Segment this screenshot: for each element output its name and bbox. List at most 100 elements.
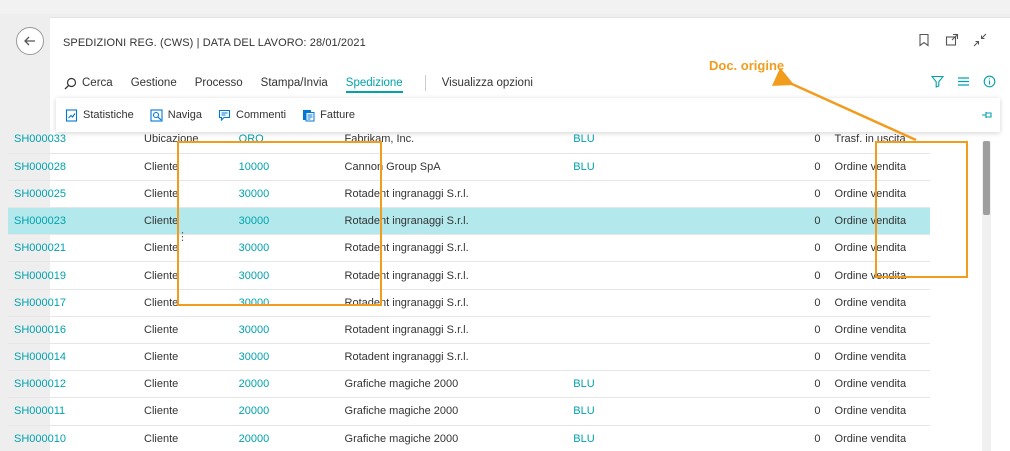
menu-view-options[interactable]: Visualizza opzioni xyxy=(442,77,533,89)
shipment-no-cell[interactable]: SH000014 xyxy=(8,343,141,372)
source-document-cell: Ordine vendita xyxy=(832,425,930,451)
source-code-cell[interactable]: 10000 xyxy=(238,153,345,181)
source-document-cell: Ordine vendita xyxy=(832,207,930,236)
quantity-cell: 0 xyxy=(737,316,833,345)
name-cell: Rotadent ingranaggi S.r.l. xyxy=(344,207,574,236)
quantity-cell: 0 xyxy=(737,289,833,317)
source-type-cell: Cliente xyxy=(140,370,239,399)
source-code-cell[interactable]: 30000 xyxy=(238,207,345,236)
location-cell[interactable] xyxy=(573,343,738,372)
source-code-cell[interactable]: 30000 xyxy=(238,343,345,372)
quantity-cell: 0 xyxy=(737,180,833,209)
list-view-icon[interactable] xyxy=(956,74,970,88)
fatture-action[interactable]: Fatture xyxy=(302,109,355,122)
table-row[interactable]: SH000023 Cliente 30000 Rotadent ingranaggi … xyxy=(8,207,930,236)
table-row[interactable]: SH000025 Cliente 30000 Rotadent ingranaggi … xyxy=(8,180,930,209)
location-cell[interactable] xyxy=(573,234,738,263)
shipment-no-cell[interactable]: SH000017 xyxy=(8,289,141,317)
bookmark-icon[interactable] xyxy=(916,32,932,48)
commenti-action[interactable]: Commenti xyxy=(218,109,286,122)
source-document-cell: Ordine vendita xyxy=(832,289,930,317)
pin-icon[interactable] xyxy=(980,108,994,122)
scrollbar-thumb[interactable] xyxy=(983,141,990,215)
search-button[interactable]: Cerca xyxy=(64,77,113,90)
menu-spedizione[interactable]: Spedizione xyxy=(345,77,403,93)
menu-gestione[interactable]: Gestione xyxy=(131,77,177,89)
collapse-icon[interactable] xyxy=(972,32,988,48)
statistics-icon xyxy=(65,108,78,122)
name-cell: Cannon Group SpA xyxy=(344,153,574,181)
location-cell[interactable] xyxy=(573,180,738,209)
source-document-cell: Ordine vendita xyxy=(832,370,930,399)
menu-bar: Cerca Gestione Processo Stampa/Invia Spe… xyxy=(64,73,994,93)
statistiche-action[interactable]: Statistiche xyxy=(65,108,134,122)
source-code-cell[interactable]: 20000 xyxy=(238,370,345,399)
menu-processo[interactable]: Processo xyxy=(195,77,243,89)
menu-stampa-invia[interactable]: Stampa/Invia xyxy=(261,77,328,89)
source-document-cell: Ordine vendita xyxy=(832,261,930,290)
filter-icon[interactable] xyxy=(930,74,944,88)
shipment-no-cell[interactable]: SH000019 xyxy=(8,261,141,290)
row-actions-icon[interactable]: ⋮ xyxy=(177,230,188,243)
location-cell[interactable]: BLU xyxy=(573,153,738,181)
source-type-cell: Cliente xyxy=(140,289,239,317)
open-new-window-icon[interactable] xyxy=(944,32,960,48)
source-code-cell[interactable]: 30000 xyxy=(238,180,345,209)
name-cell: Grafiche magiche 2000 xyxy=(344,370,574,399)
table-row[interactable]: SH000011 Cliente 20000 Grafiche magiche 200… xyxy=(8,397,930,426)
naviga-action[interactable]: Naviga xyxy=(150,108,202,122)
source-code-cell[interactable]: 20000 xyxy=(238,397,345,426)
table-row[interactable]: SH000021 Cliente 30000 Rotadent ingranaggi … xyxy=(8,234,930,263)
table-row[interactable]: SH000016 Cliente 30000 Rotadent ingranaggi … xyxy=(8,316,930,345)
quantity-cell: 0 xyxy=(737,425,833,451)
shipment-no-cell[interactable]: SH000028 xyxy=(8,153,141,181)
source-type-cell: Cliente xyxy=(140,207,239,236)
table-row[interactable]: SH000028 Cliente 10000 Cannon Group SpA BLU 0… xyxy=(8,153,930,181)
name-cell: Rotadent ingranaggi S.r.l. xyxy=(344,234,574,263)
source-code-cell[interactable]: 20000 xyxy=(238,425,345,451)
table-row[interactable]: SH000017 Cliente 30000 Rotadent ingranaggi … xyxy=(8,289,930,317)
arrow-left-icon xyxy=(24,36,35,46)
location-cell[interactable] xyxy=(573,289,738,317)
source-document-cell: Ordine vendita xyxy=(832,234,930,263)
shipment-no-cell[interactable]: SH000025 xyxy=(8,180,141,209)
source-code-cell[interactable]: 30000 xyxy=(238,289,345,317)
search-icon xyxy=(64,77,77,89)
source-document-cell: Ordine vendita xyxy=(832,316,930,345)
quantity-cell: 0 xyxy=(737,343,833,372)
location-cell[interactable]: BLU xyxy=(573,397,738,426)
source-document-cell: Ordine vendita xyxy=(832,153,930,181)
source-code-cell[interactable]: 30000 xyxy=(238,234,345,263)
source-type-cell: Cliente xyxy=(140,425,239,451)
source-type-cell: Cliente xyxy=(140,397,239,426)
shipment-no-cell[interactable]: SH000011 xyxy=(8,397,141,426)
table-row[interactable]: SH000012 Cliente 20000 Grafiche magiche 200… xyxy=(8,370,930,399)
source-type-cell: Cliente xyxy=(140,343,239,372)
navigate-icon xyxy=(150,108,163,122)
location-cell[interactable] xyxy=(573,207,738,236)
shipment-no-cell[interactable]: SH000010 xyxy=(8,425,141,451)
table-row[interactable]: SH000014 Cliente 30000 Rotadent ingranaggi … xyxy=(8,343,930,372)
source-type-cell: Cliente xyxy=(140,153,239,181)
name-cell: Rotadent ingranaggi S.r.l. xyxy=(344,180,574,209)
shipment-no-cell[interactable]: SH000021 xyxy=(8,234,141,263)
shipment-no-cell[interactable]: SH000012 xyxy=(8,370,141,399)
back-button[interactable] xyxy=(16,27,44,55)
title-actions xyxy=(916,32,988,48)
name-cell: Rotadent ingranaggi S.r.l. xyxy=(344,261,574,290)
location-cell[interactable]: BLU xyxy=(573,425,738,451)
table-row[interactable]: SH000010 Cliente 20000 Grafiche magiche 200… xyxy=(8,425,930,451)
source-code-cell[interactable]: 30000 xyxy=(238,316,345,345)
location-cell[interactable] xyxy=(573,261,738,290)
table-row[interactable]: SH000019 Cliente 30000 Rotadent ingranaggi … xyxy=(8,261,930,290)
source-document-cell: Ordine vendita xyxy=(832,343,930,372)
source-code-cell[interactable]: 30000 xyxy=(238,261,345,290)
info-icon[interactable] xyxy=(982,74,996,88)
shipment-no-cell[interactable]: SH000016 xyxy=(8,316,141,345)
shipment-no-cell[interactable]: SH000023 xyxy=(8,207,141,236)
location-cell[interactable] xyxy=(573,316,738,345)
quantity-cell: 0 xyxy=(737,234,833,263)
name-cell: Grafiche magiche 2000 xyxy=(344,425,574,451)
location-cell[interactable]: BLU xyxy=(573,370,738,399)
menu-right-tools xyxy=(930,74,996,88)
